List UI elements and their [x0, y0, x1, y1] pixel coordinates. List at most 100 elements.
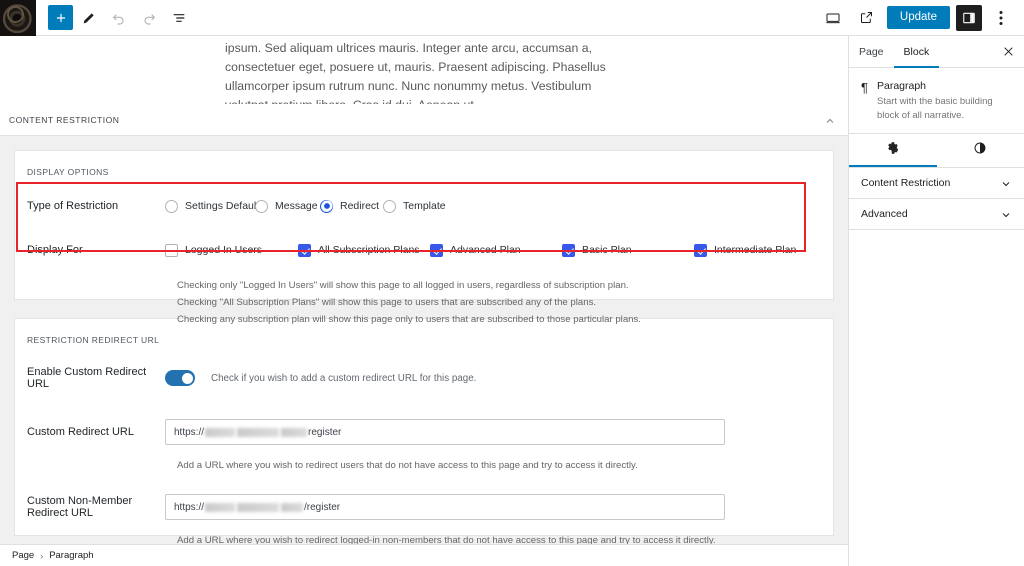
editor-top-bar: Update	[0, 0, 1024, 36]
sidebar-panel-content-restriction-label: Content Restriction	[861, 177, 951, 189]
type-of-restriction-row: Type of Restriction Settings Default Mes…	[15, 189, 833, 223]
sidebar-panel-advanced[interactable]: Advanced	[849, 199, 1024, 230]
view-external-icon[interactable]	[853, 4, 881, 32]
checkbox-intermediate-plan[interactable]: Intermediate Plan	[694, 243, 797, 257]
metabox-title: CONTENT RESTRICTION	[9, 114, 120, 125]
enable-custom-redirect-row: Enable Custom Redirect URL Check if you …	[15, 361, 833, 395]
custom-redirect-url-prefix: https://	[174, 426, 205, 438]
checkbox-advanced-plan-label: Advanced Plan	[450, 244, 521, 256]
nonmember-redirect-url-prefix: https://	[174, 501, 205, 513]
editor-canvas: ipsum. Sed aliquam ultrices mauris. Inte…	[0, 36, 848, 104]
checkbox-intermediate-plan-label: Intermediate Plan	[714, 244, 797, 256]
display-options-title: DISPLAY OPTIONS	[27, 167, 109, 177]
custom-redirect-url-input[interactable]: https:// register	[165, 419, 725, 445]
radio-template-icon	[383, 199, 396, 213]
checkbox-intermediate-plan-icon	[694, 243, 707, 257]
chevron-up-icon[interactable]	[824, 114, 836, 126]
type-of-restriction-label: Type of Restriction	[27, 200, 119, 212]
sidebar-tabs: Page Block	[849, 36, 1024, 68]
top-bar-tools	[36, 4, 193, 32]
redacted-host-part	[237, 427, 280, 437]
radio-redirect-icon	[320, 199, 333, 213]
update-button[interactable]: Update	[886, 5, 950, 30]
block-title: Paragraph	[876, 80, 927, 92]
checkbox-basic-plan-icon	[562, 243, 575, 257]
metabox-header[interactable]: CONTENT RESTRICTION	[0, 104, 848, 136]
display-helper-line-2: Checking "All Subscription Plans" will s…	[177, 297, 597, 308]
sidebar-panel-advanced-label: Advanced	[861, 208, 908, 220]
custom-redirect-url-helper: Add a URL where you wish to redirect use…	[177, 460, 638, 471]
tab-block[interactable]: Block	[894, 36, 940, 68]
checkbox-all-subscription-plans-label: All Subscription Plans	[318, 244, 420, 256]
enable-custom-redirect-toggle[interactable]	[165, 370, 195, 386]
undo-icon[interactable]	[105, 4, 133, 32]
add-block-button[interactable]	[48, 5, 73, 30]
radio-redirect-label: Redirect	[340, 200, 380, 212]
radio-settings-default-label: Settings Default	[185, 200, 260, 212]
redacted-host-part	[205, 502, 236, 512]
block-description: Start with the basic building block of a…	[876, 96, 993, 121]
top-bar-actions: Update	[819, 4, 1024, 32]
radio-message-icon	[255, 199, 268, 213]
radio-redirect[interactable]: Redirect	[320, 199, 383, 213]
breadcrumb-paragraph[interactable]: Paragraph	[49, 550, 93, 561]
restriction-redirect-url-panel: RESTRICTION REDIRECT URL Enable Custom R…	[14, 318, 834, 545]
checkbox-all-subscription-plans[interactable]: All Subscription Plans	[298, 243, 430, 257]
redo-icon[interactable]	[135, 4, 163, 32]
close-icon[interactable]	[1002, 45, 1016, 59]
sidebar-panel-content-restriction[interactable]: Content Restriction	[849, 168, 1024, 199]
checkbox-basic-plan-label: Basic Plan	[582, 244, 632, 256]
display-for-label: Display For	[27, 244, 83, 256]
checkbox-logged-in-users-label: Logged In Users	[185, 244, 263, 256]
radio-settings-default-icon	[165, 199, 178, 213]
checkbox-logged-in-users-icon	[165, 243, 178, 257]
chevron-down-icon	[1000, 208, 1012, 220]
styles-tab[interactable]	[937, 134, 1024, 167]
settings-tab[interactable]	[849, 134, 937, 167]
nonmember-redirect-url-suffix: /register	[304, 501, 341, 513]
checkbox-basic-plan[interactable]: Basic Plan	[562, 243, 694, 257]
list-view-icon[interactable]	[165, 4, 193, 32]
post-content-area[interactable]: ipsum. Sed aliquam ultrices mauris. Inte…	[0, 36, 848, 104]
checkbox-advanced-plan[interactable]: Advanced Plan	[430, 243, 562, 257]
radio-template-label: Template	[403, 200, 446, 212]
radio-template[interactable]: Template	[383, 199, 446, 213]
checkbox-advanced-plan-icon	[430, 243, 443, 257]
custom-redirect-url-suffix: register	[308, 426, 342, 438]
edit-pencil-icon[interactable]	[75, 4, 103, 32]
breadcrumb-page[interactable]: Page	[12, 550, 34, 561]
settings-sidebar-toggle[interactable]	[956, 4, 982, 31]
radio-message-label: Message	[275, 200, 318, 212]
custom-redirect-url-label: Custom Redirect URL	[27, 426, 134, 438]
site-icon[interactable]	[0, 0, 36, 36]
nonmember-redirect-url-input[interactable]: https:// /register	[165, 494, 725, 520]
redacted-host-part	[281, 502, 304, 512]
wordpress-block-editor: Update ipsum. Sed aliquam ultrices mauri…	[0, 0, 1024, 566]
toggle-knob	[181, 372, 193, 384]
breadcrumb-separator: ›	[40, 550, 44, 561]
display-options-panel: DISPLAY OPTIONS Type of Restriction Sett…	[14, 150, 834, 325]
tab-page[interactable]: Page	[849, 36, 894, 68]
custom-redirect-url-row: Custom Redirect URL https:// register	[15, 415, 833, 449]
preview-icon[interactable]	[819, 4, 847, 32]
chevron-down-icon	[1000, 177, 1012, 189]
checkbox-logged-in-users[interactable]: Logged In Users	[165, 243, 298, 257]
editor-footer-breadcrumb: Page › Paragraph	[0, 544, 848, 566]
enable-custom-redirect-label: Enable Custom Redirect URL	[27, 366, 147, 390]
redacted-host-part	[205, 427, 236, 437]
checkbox-all-subscription-plans-icon	[298, 243, 311, 257]
radio-message[interactable]: Message	[255, 199, 320, 213]
paragraph-icon: ¶	[861, 80, 868, 95]
more-options-icon[interactable]	[988, 5, 1014, 31]
redacted-host-part	[281, 427, 308, 437]
block-settings-sidebar: Page Block ¶ Paragraph Start with the ba…	[848, 36, 1024, 566]
display-for-row: Display For Logged In Users All Subscrip…	[15, 233, 833, 267]
nonmember-redirect-url-row: Custom Non-Member Redirect URL https:// …	[15, 490, 833, 524]
display-helper-line-1: Checking only "Logged In Users" will sho…	[177, 280, 629, 291]
content-restriction-metabox: CONTENT RESTRICTION DISPLAY OPTIONS Type…	[0, 104, 848, 545]
nonmember-redirect-url-label: Custom Non-Member Redirect URL	[27, 495, 133, 519]
gear-icon	[886, 141, 900, 160]
radio-settings-default[interactable]: Settings Default	[165, 199, 259, 213]
paragraph-block[interactable]: ipsum. Sed aliquam ultrices mauris. Inte…	[225, 39, 635, 104]
contrast-icon	[973, 141, 987, 160]
